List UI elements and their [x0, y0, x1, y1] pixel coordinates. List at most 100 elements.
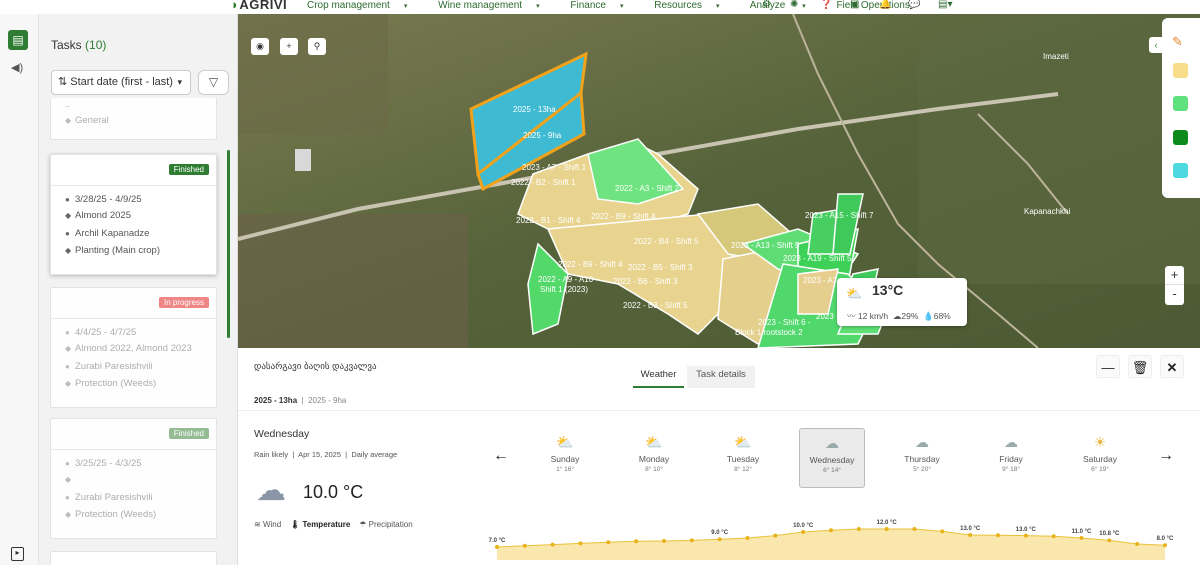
search-icon: ⚲ [313, 41, 321, 51]
scroll-indicator[interactable] [227, 150, 230, 338]
partly-sunny-icon: ⛅ [556, 434, 574, 450]
temperature-point[interactable] [996, 533, 1000, 538]
chat-icon[interactable]: 💬 [908, 0, 920, 10]
task-card[interactable] [50, 551, 217, 565]
plus-icon: + [286, 41, 292, 51]
task-type: ◆ Planting (Main crop) [65, 245, 161, 256]
partly-cloudy-icon: ⛅ [846, 286, 863, 301]
temperature-point[interactable] [1079, 536, 1084, 540]
temperature-point[interactable] [829, 528, 833, 533]
day-saturday[interactable]: ☀ Saturday 6° 19° [1067, 428, 1133, 488]
temperature-point[interactable] [1135, 542, 1140, 546]
temperature-point[interactable] [1163, 543, 1167, 548]
speaker-icon[interactable]: ◀) [11, 61, 23, 74]
field-option[interactable]: 2025 - 9ha [308, 396, 346, 405]
task-card[interactable]: Finished ● 3/28/25 - 4/9/25 ◆ Almond 2025 … [50, 154, 217, 275]
chevron-down-icon: ▾ [177, 77, 182, 87]
temperature-point[interactable] [773, 533, 778, 538]
metric-wind[interactable]: ≋ Wind [254, 520, 281, 529]
sun-icon[interactable]: ✺ [790, 0, 798, 10]
calendar-icon[interactable]: ▣ [850, 0, 859, 10]
nav-finance[interactable]: Finance ▾ [570, 0, 637, 11]
temperature-point[interactable] [578, 541, 583, 546]
nav-resources[interactable]: Resources ▾ [654, 0, 733, 11]
day-name: Sunday [550, 454, 580, 464]
tab-weather[interactable]: Weather [633, 366, 684, 388]
temperature-point[interactable] [717, 537, 722, 542]
metric-temperature[interactable]: 🌡 Temperature [290, 520, 350, 529]
prev-arrow[interactable]: ← [493, 447, 509, 465]
temperature-point[interactable] [856, 527, 861, 531]
temperature-point[interactable] [745, 536, 750, 540]
temperature-label: 10.0 °C [793, 523, 814, 529]
tool-icon[interactable]: ✎ [1172, 34, 1183, 50]
delete-button[interactable]: 🗑 [1128, 355, 1152, 378]
minus-icon: — [1101, 360, 1115, 375]
weather-popup[interactable]: ⛅ 13°C 〰 12 km/h ☁29% 💧68% [837, 278, 967, 326]
tag-icon: ◆ [65, 211, 72, 220]
temperature-point[interactable] [662, 539, 666, 543]
day-monday[interactable]: ⛅ Monday 8° 10° [621, 428, 687, 488]
field-option-active[interactable]: 2025 - 13ha [254, 396, 297, 405]
collapse-legend-button[interactable]: ‹ [1149, 37, 1163, 53]
tab-task-details[interactable]: Task details [687, 366, 755, 388]
day-friday[interactable]: ☁ Friday 9° 18° [978, 428, 1044, 488]
temperature-point[interactable] [940, 529, 945, 534]
close-button[interactable]: ✕ [1160, 355, 1184, 378]
temperature-point[interactable] [689, 538, 694, 543]
tasks-title: Tasks (10) [51, 38, 107, 52]
task-date: ● 4/4/25 - 4/7/25 [65, 327, 137, 338]
legend-swatch[interactable] [1173, 96, 1188, 111]
temperature-point[interactable] [606, 540, 611, 545]
bell-icon[interactable]: 🔔 [879, 0, 891, 10]
day-sunday[interactable]: ⛅ Sunday 1° 16° [532, 428, 598, 488]
task-card[interactable]: − ◆ General [50, 98, 217, 140]
help-icon[interactable]: ❓ [820, 0, 832, 10]
nav-wine-management[interactable]: Wine management ▾ [438, 0, 553, 11]
temperature-label: 7.0 °C [488, 538, 506, 544]
field-label: 2022 - B5 - Shift 3 [628, 263, 693, 272]
buildings-icon[interactable]: ▤▾ [938, 0, 952, 10]
zoom-out-button[interactable]: - [1165, 285, 1184, 304]
temperature-point[interactable] [495, 545, 499, 549]
clipboard-icon[interactable]: ▤ [8, 30, 28, 50]
agrivi-logo[interactable]: ◗AGRIVI [231, 0, 287, 12]
add-button[interactable]: + [280, 38, 298, 55]
temperature-point[interactable] [550, 542, 555, 547]
temperature-point[interactable] [912, 527, 917, 531]
temperature-point[interactable] [1051, 534, 1056, 539]
search-button[interactable]: ⚲ [308, 38, 326, 55]
day-thursday[interactable]: ☁ Thursday 5° 20° [889, 428, 955, 488]
sort-select[interactable]: ⇅ Start date (first - last) ▾ [51, 70, 191, 95]
temperature-point[interactable] [884, 527, 889, 531]
day-tuesday[interactable]: ⛅ Tuesday 8° 12° [710, 428, 776, 488]
expand-icon[interactable]: ▸ [11, 547, 24, 561]
day-range: 5° 20° [913, 466, 931, 473]
legend-swatch[interactable] [1173, 163, 1188, 178]
temperature-point[interactable] [1023, 533, 1028, 538]
legend-swatch[interactable] [1173, 130, 1188, 145]
task-card[interactable]: Finished ● 3/25/25 - 4/3/25 ◆ ● Zurabi Par… [50, 418, 217, 539]
minimize-button[interactable]: — [1096, 355, 1120, 378]
gear-icon[interactable]: ⚙ [762, 0, 771, 10]
day-wednesday[interactable]: ☁ Wednesday 6° 14° [799, 428, 865, 488]
legend-swatch[interactable] [1173, 63, 1188, 78]
layers-button[interactable]: ◉ [251, 38, 269, 55]
temperature-point[interactable] [634, 539, 639, 544]
metric-precipitation[interactable]: ☂ Precipitation [359, 520, 412, 529]
filter-button[interactable]: ▽ [198, 70, 229, 95]
temperature-point[interactable] [968, 533, 973, 537]
partly-sunny-icon: ⛅ [734, 434, 752, 450]
zoom-in-button[interactable]: + [1165, 266, 1184, 285]
temperature-point[interactable] [801, 530, 806, 534]
temperature-label: 9.0 °C [711, 530, 729, 537]
temperature-point[interactable] [522, 543, 527, 548]
task-assignee: ● Zurabi Paresishvili [65, 491, 153, 503]
task-card[interactable]: In progress ● 4/4/25 - 4/7/25 ◆ Almond 202… [50, 287, 217, 408]
next-arrow[interactable]: → [1158, 447, 1174, 465]
day-meta: Rain likely | Apr 15, 2025 | Daily avera… [254, 450, 398, 459]
temperature-point[interactable] [1107, 538, 1112, 543]
satellite-map[interactable]: 2025 - 13ha 2025 - 9ha 2023 - A7 - Shift… [238, 14, 1200, 348]
nav-crop-management[interactable]: Crop management ▾ [307, 0, 421, 11]
top-icons: ⚙ ✺ ❓ ▣ 🔔 💬 ▤▾ [762, 0, 962, 14]
